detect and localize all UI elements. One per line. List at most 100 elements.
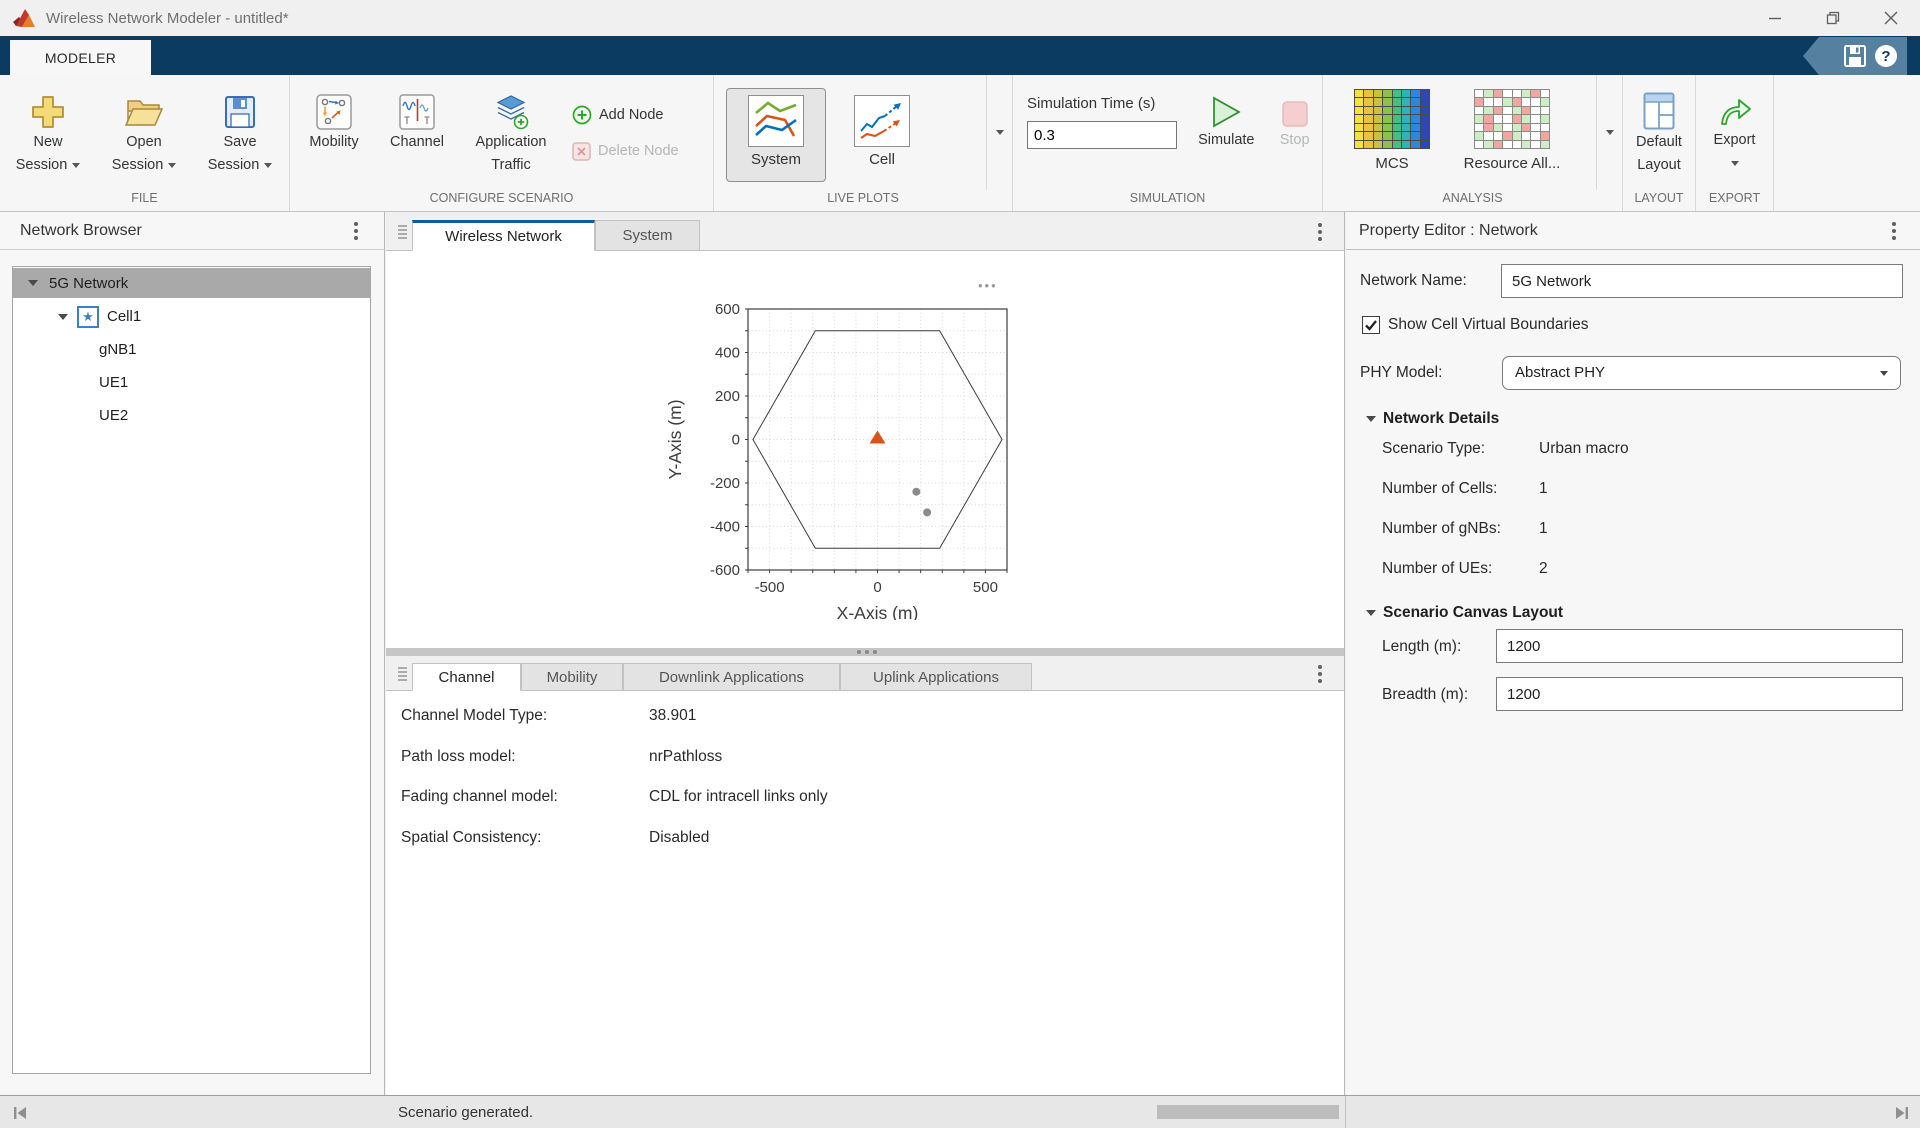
restore-button[interactable] — [1804, 0, 1862, 36]
dropdown-caret-icon — [264, 163, 272, 168]
minimize-button[interactable] — [1746, 0, 1804, 36]
delete-node-button[interactable]: Delete Node — [572, 133, 712, 169]
restore-icon — [1826, 11, 1840, 25]
kebab-icon — [354, 229, 358, 233]
export-icon — [1717, 97, 1753, 127]
resource-allocation-icon — [1474, 89, 1550, 149]
section-live-plots: System Cell LIVE PLOTS — [714, 75, 1013, 211]
tree-expander-icon[interactable] — [58, 314, 68, 320]
resource-allocation-plot-button[interactable]: Resource All... — [1447, 75, 1577, 190]
tab-wireless-network[interactable]: Wireless Network — [412, 220, 595, 251]
horizontal-scrollbar-thumb[interactable] — [1157, 1105, 1339, 1119]
tree-item-ue1[interactable]: UE1 — [13, 366, 370, 399]
section-expander-icon — [1366, 416, 1376, 422]
svg-text:-200: -200 — [710, 475, 740, 492]
property-editor-title: Property Editor : Network — [1359, 212, 1538, 250]
network-details-section[interactable]: Network Details — [1366, 404, 1499, 434]
open-session-button[interactable]: Open Session — [96, 75, 192, 190]
splitter-handle-icon — [865, 650, 869, 654]
property-editor-header: Property Editor : Network — [1346, 212, 1920, 250]
simulation-time-group: Simulation Time (s) — [1013, 75, 1185, 190]
add-node-button[interactable]: Add Node — [572, 97, 712, 133]
tree-item-cell1[interactable]: ★ Cell1 — [13, 300, 370, 333]
tab-mobility[interactable]: Mobility — [521, 663, 623, 691]
network-name-input[interactable] — [1501, 264, 1903, 298]
close-button[interactable] — [1862, 0, 1920, 36]
svg-text:600: 600 — [715, 301, 740, 318]
svg-text:200: 200 — [715, 388, 740, 405]
canvas-tabstrip: Wireless Network System — [386, 212, 1344, 251]
save-session-button[interactable]: Save Session — [192, 75, 288, 190]
collapse-left-panel-button[interactable] — [12, 1105, 28, 1126]
help-icon[interactable]: ? — [1875, 45, 1897, 67]
show-boundaries-label: Show Cell Virtual Boundaries — [1388, 308, 1588, 342]
detail-value: 1 — [1539, 474, 1548, 504]
show-boundaries-checkbox[interactable] — [1362, 316, 1380, 334]
application-traffic-button[interactable]: Application Traffic — [456, 75, 566, 190]
scenario-canvas-layout-section[interactable]: Scenario Canvas Layout — [1366, 598, 1563, 628]
svg-text:0: 0 — [873, 579, 881, 596]
details-menu-button[interactable] — [1310, 662, 1330, 686]
status-bar: Scenario generated. — [0, 1095, 1920, 1128]
application-traffic-icon — [492, 93, 530, 131]
tab-downlink-applications[interactable]: Downlink Applications — [623, 663, 840, 691]
network-browser-menu-button[interactable] — [346, 219, 366, 243]
close-icon — [1884, 11, 1898, 25]
expand-right-panel-button[interactable] — [1894, 1105, 1910, 1126]
detail-value: Urban macro — [1539, 434, 1629, 464]
tab-uplink-applications[interactable]: Uplink Applications — [840, 663, 1032, 691]
tab-channel[interactable]: Channel — [412, 663, 521, 691]
breadth-input[interactable] — [1496, 677, 1903, 711]
length-input[interactable] — [1496, 629, 1903, 663]
detail-label: Scenario Type: — [1382, 434, 1485, 464]
drag-handle-icon[interactable] — [398, 667, 407, 682]
node-buttons-group: Add Node Delete Node — [566, 75, 712, 190]
detail-value: 1 — [1539, 514, 1548, 544]
stop-button[interactable]: Stop — [1267, 75, 1322, 190]
channel-button[interactable]: Channel — [378, 75, 456, 190]
new-session-button[interactable]: New Session — [0, 75, 96, 190]
section-label-file: FILE — [0, 190, 289, 211]
mcs-plot-button[interactable]: MCS — [1337, 75, 1447, 190]
tree-item-5g-network[interactable]: 5G Network — [13, 268, 370, 298]
simulation-time-label: Simulation Time (s) — [1027, 95, 1185, 112]
canvas-menu-button[interactable] — [1310, 220, 1330, 244]
network-tree: 5G Network ★ Cell1 gNB1 UE1 UE2 — [12, 266, 371, 1074]
default-layout-button[interactable]: Default Layout — [1623, 75, 1695, 190]
scenario-plot-canvas[interactable]: -50005006004002000-200-400-600X-Axis (m)… — [636, 275, 1016, 620]
tree-expander-icon[interactable] — [28, 280, 38, 286]
simulation-time-input[interactable] — [1027, 121, 1177, 149]
detail-label: Number of UEs: — [1382, 554, 1492, 584]
live-plots-gallery-dropdown[interactable] — [986, 75, 1012, 190]
svg-text:400: 400 — [715, 345, 740, 362]
mobility-button[interactable]: Mobility — [290, 75, 378, 190]
status-divider — [1345, 1096, 1346, 1128]
section-simulation: Simulation Time (s) Simulate Stop SIMULA… — [1013, 75, 1323, 211]
channel-property-value: 38.901 — [649, 701, 696, 731]
channel-property-label: Path loss model: — [401, 742, 516, 772]
drag-handle-icon[interactable] — [398, 225, 407, 240]
tab-system[interactable]: System — [595, 220, 700, 251]
kebab-icon — [1892, 229, 1896, 233]
simulate-button[interactable]: Simulate — [1185, 75, 1267, 190]
live-plot-system-button[interactable]: System — [726, 88, 826, 182]
tree-item-gnb1[interactable]: gNB1 — [13, 333, 370, 366]
channel-property-label: Channel Model Type: — [401, 701, 547, 731]
phy-model-dropdown[interactable]: Abstract PHY — [1502, 356, 1901, 390]
property-editor-menu-button[interactable] — [1884, 219, 1904, 243]
horizontal-splitter[interactable] — [386, 648, 1344, 656]
tab-modeler[interactable]: MODELER — [10, 40, 151, 75]
default-layout-icon — [1643, 92, 1675, 130]
tree-item-label: Cell1 — [107, 308, 141, 325]
live-plot-cell-button[interactable]: Cell — [832, 88, 932, 182]
quick-save-icon[interactable] — [1843, 44, 1867, 68]
analysis-gallery-dropdown[interactable] — [1596, 75, 1622, 190]
ribbon-bar: MODELER ? — [0, 36, 1920, 75]
export-button[interactable]: Export — [1696, 75, 1773, 190]
section-layout: Default Layout LAYOUT — [1623, 75, 1696, 211]
tree-item-ue2[interactable]: UE2 — [13, 399, 370, 432]
open-session-icon — [124, 95, 164, 129]
dropdown-caret-icon — [1880, 371, 1888, 376]
channel-property-label: Spatial Consistency: — [401, 823, 541, 853]
cell-plot-icon — [855, 96, 909, 146]
